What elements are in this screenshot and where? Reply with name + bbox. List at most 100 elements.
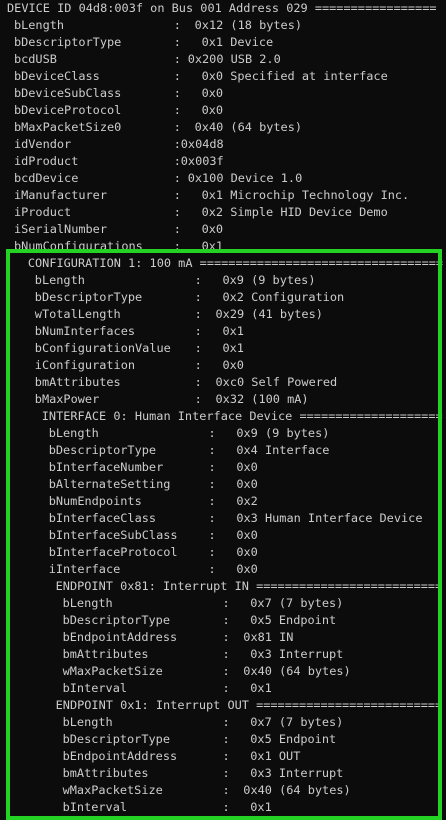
descriptor-colon: : <box>208 460 216 474</box>
descriptor-field-name: idProduct <box>13 154 79 168</box>
descriptor-field-name: bLength <box>62 596 113 610</box>
descriptor-colon: : <box>194 290 202 304</box>
descriptor-colon: : <box>208 494 216 508</box>
descriptor-value: 0x3 Interrupt <box>250 766 344 780</box>
descriptor-field-name: bInterfaceNumber <box>48 460 164 474</box>
descriptor-value: 0x4 Interface <box>236 443 330 457</box>
descriptor-colon: : <box>208 426 216 440</box>
descriptor-field-name: bNumInterfaces <box>34 324 136 338</box>
descriptor-field-name: bDeviceSubClass <box>13 86 122 100</box>
descriptor-colon: : <box>173 103 181 117</box>
descriptor-field-name: bNumConfigurations <box>13 239 143 253</box>
descriptor-value: 0x0 <box>222 358 244 372</box>
descriptor-colon: : <box>173 69 181 83</box>
descriptor-value: 0x32 (100 mA) <box>215 392 309 406</box>
descriptor-field-name: bLength <box>13 18 65 32</box>
descriptor-field-name: iProduct <box>13 205 72 219</box>
descriptor-colon: : <box>222 783 230 797</box>
descriptor-value: 0x1 <box>201 239 224 253</box>
descriptor-field-name: idVendor <box>13 137 72 151</box>
descriptor-field-name: bLength <box>48 426 99 440</box>
descriptor-colon: : <box>208 443 216 457</box>
descriptor-value: 0x0 <box>201 86 224 100</box>
descriptor-field-name: bDescriptorType <box>34 290 143 304</box>
descriptor-value: 0x0 <box>201 222 224 236</box>
section-header-text: ENDPOINT 0x81: Interrupt IN ============… <box>55 579 443 593</box>
descriptor-colon: : <box>194 375 202 389</box>
descriptor-field-name: iInterface <box>48 562 121 576</box>
descriptor-field-name: bLength <box>34 273 85 287</box>
descriptor-colon: : <box>222 664 230 678</box>
descriptor-field-name: bDeviceClass <box>13 69 100 83</box>
descriptor-field-name: bConfigurationValue <box>34 341 171 355</box>
descriptor-value: 0x04d8 <box>180 137 224 151</box>
descriptor-field-name: bmAttributes <box>62 647 149 661</box>
descriptor-field-name: wTotalLength <box>34 307 121 321</box>
descriptor-value: 0x1 OUT <box>250 749 301 763</box>
descriptor-field-name: bInterval <box>62 681 128 695</box>
descriptor-value: 0x9 (9 bytes) <box>222 273 316 287</box>
descriptor-value: 0x3 Interrupt <box>250 647 344 661</box>
descriptor-colon: : <box>208 511 216 525</box>
descriptor-field-name: bEndpointAddress <box>62 749 178 763</box>
descriptor-colon: : <box>208 528 216 542</box>
descriptor-value: 0x003f <box>180 154 224 168</box>
descriptor-field-name: bDescriptorType <box>48 443 157 457</box>
descriptor-field-name: wMaxPacketSize <box>62 783 163 797</box>
descriptor-field-name: iSerialNumber <box>13 222 108 236</box>
descriptor-colon: : <box>173 18 181 32</box>
descriptor-colon: : <box>222 800 230 814</box>
descriptor-field-name: bInterfaceProtocol <box>48 545 178 559</box>
descriptor-colon: : <box>194 324 202 338</box>
section-header-text: ENDPOINT 0x1: Interrupt OUT ============… <box>55 698 443 712</box>
descriptor-field-name: bInterfaceClass <box>48 511 157 525</box>
descriptor-colon: : <box>208 562 216 576</box>
descriptor-value: 0x1 <box>250 681 272 695</box>
descriptor-colon: : <box>222 766 230 780</box>
descriptor-colon: : <box>208 477 216 491</box>
descriptor-value: 0x40 (64 bytes) <box>194 120 303 134</box>
descriptor-value: 0x40 (64 bytes) <box>243 664 351 678</box>
descriptor-field-name: bDescriptorType <box>62 732 170 746</box>
descriptor-value: 0x2 Simple HID Device Demo <box>201 205 388 219</box>
descriptor-colon: : <box>173 222 181 236</box>
descriptor-colon: : <box>194 358 202 372</box>
descriptor-field-name: bmAttributes <box>62 766 149 780</box>
descriptor-value: 0x5 Endpoint <box>250 613 337 627</box>
descriptor-field-name: bDescriptorType <box>13 35 122 49</box>
descriptor-colon: : <box>173 86 181 100</box>
descriptor-colon: : <box>222 681 230 695</box>
descriptor-colon: : <box>173 35 181 49</box>
descriptor-value: 0x0 <box>201 103 224 117</box>
descriptor-value: 0x0 <box>236 528 258 542</box>
descriptor-value: 0x2 <box>236 494 258 508</box>
descriptor-field-name: bEndpointAddress <box>62 630 178 644</box>
descriptor-value: 0x200 USB 2.0 <box>187 52 281 66</box>
descriptor-colon: : <box>222 596 230 610</box>
section-header-text: INTERFACE 0: Human Interface Device ====… <box>41 409 443 423</box>
descriptor-value: 0x1 <box>250 800 272 814</box>
descriptor-field-name: bMaxPower <box>34 392 100 406</box>
descriptor-colon: : <box>222 749 230 763</box>
descriptor-value: 0x0 <box>236 460 258 474</box>
terminal-output: DEVICE ID 04d8:003f on Bus 001 Address 0… <box>0 0 446 820</box>
descriptor-value: 0x0 <box>236 477 258 491</box>
descriptor-value: 0x100 Device 1.0 <box>187 171 303 185</box>
descriptor-value: 0x12 (18 bytes) <box>194 18 303 32</box>
descriptor-field-name: bLength <box>62 715 113 729</box>
descriptor-colon: : <box>173 205 181 219</box>
descriptor-colon: : <box>173 239 181 253</box>
descriptor-field-name: iConfiguration <box>34 358 136 372</box>
descriptor-value: 0x7 (7 bytes) <box>250 715 344 729</box>
descriptor-colon: : <box>222 732 230 746</box>
descriptor-value: 0x5 Endpoint <box>250 732 337 746</box>
descriptor-value: 0x1 Device <box>201 35 274 49</box>
descriptor-value: 0x81 IN <box>243 630 294 644</box>
descriptor-field-name: bcdUSB <box>13 52 57 66</box>
descriptor-value: 0x40 (64 bytes) <box>243 783 351 797</box>
descriptor-value: 0x3 Human Interface Device <box>236 511 423 525</box>
descriptor-value: 0x1 Microchip Technology Inc. <box>201 188 410 202</box>
descriptor-colon: : <box>222 613 230 627</box>
descriptor-colon: : <box>194 273 202 287</box>
descriptor-colon: : <box>208 545 216 559</box>
